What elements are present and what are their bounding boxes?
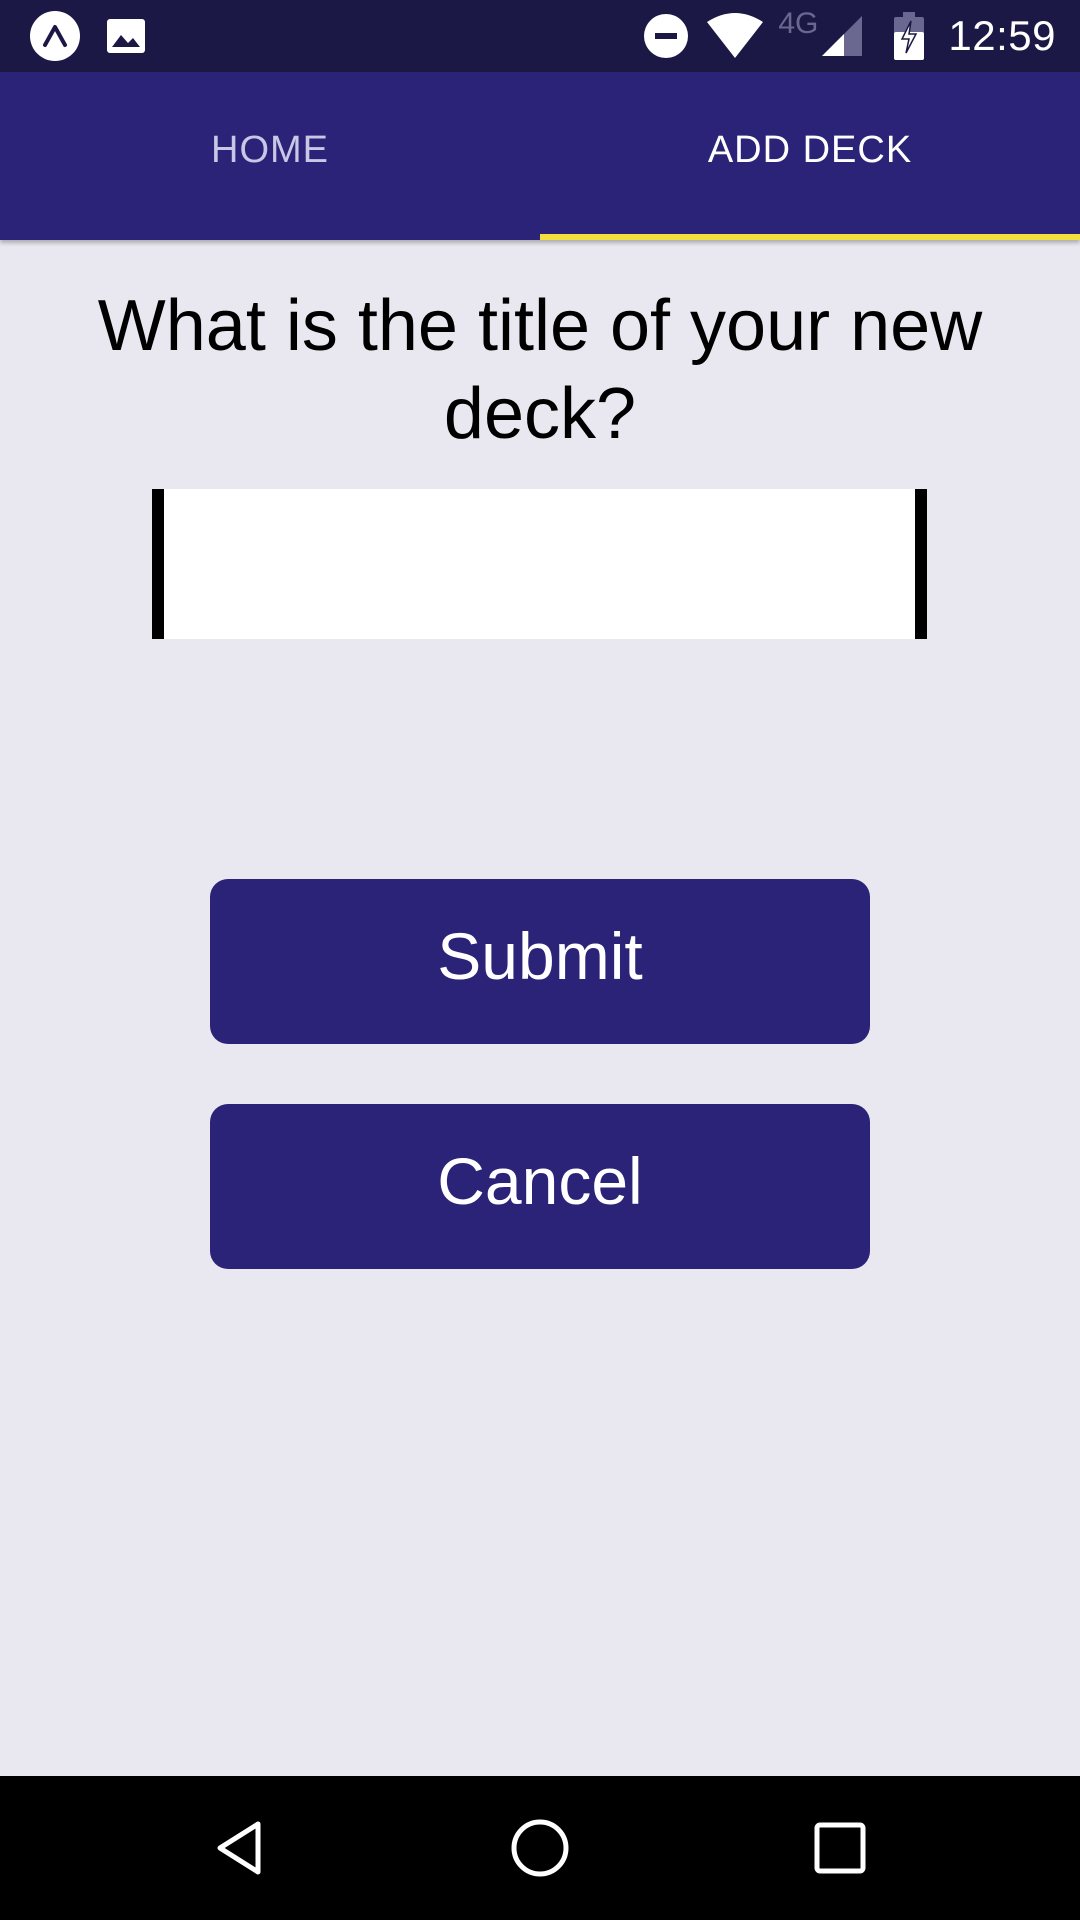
tab-home-label: HOME [211, 128, 329, 171]
home-button[interactable] [504, 1812, 576, 1884]
tab-add-deck[interactable]: ADD DECK [540, 72, 1080, 240]
signal-icon [822, 16, 863, 56]
cancel-button[interactable]: Cancel [210, 1104, 870, 1269]
submit-button[interactable]: Submit [210, 879, 870, 1044]
do-not-disturb-icon [644, 14, 689, 58]
active-tab-indicator [540, 234, 1080, 240]
cancel-button-label: Cancel [437, 1143, 643, 1218]
home-icon [511, 1819, 569, 1877]
status-bar: 4G 12:59 [0, 0, 1080, 72]
recents-icon [814, 1822, 866, 1874]
network-type-label: 4G [778, 7, 819, 40]
deck-title-input[interactable] [152, 489, 927, 639]
app-screen: 4G 12:59 HOME ADD DECK What is the title… [0, 0, 1080, 1920]
submit-button-label: Submit [437, 918, 643, 993]
expo-icon [30, 11, 80, 61]
tab-bar: HOME ADD DECK [0, 72, 1080, 240]
status-bar-left [30, 10, 146, 62]
status-clock: 12:59 [948, 12, 1056, 59]
tab-add-deck-label: ADD DECK [707, 128, 913, 171]
back-icon [217, 1821, 261, 1875]
battery-charging-icon [894, 12, 925, 60]
system-nav-bar [0, 1776, 1080, 1920]
tab-home[interactable]: HOME [0, 72, 540, 240]
deck-title-question: What is the title of your new deck? [97, 286, 983, 454]
recents-button[interactable] [804, 1812, 876, 1884]
status-bar-right: 4G 12:59 [644, 0, 1056, 72]
wifi-icon [707, 13, 764, 58]
image-icon [106, 18, 146, 54]
back-button[interactable] [204, 1812, 276, 1884]
